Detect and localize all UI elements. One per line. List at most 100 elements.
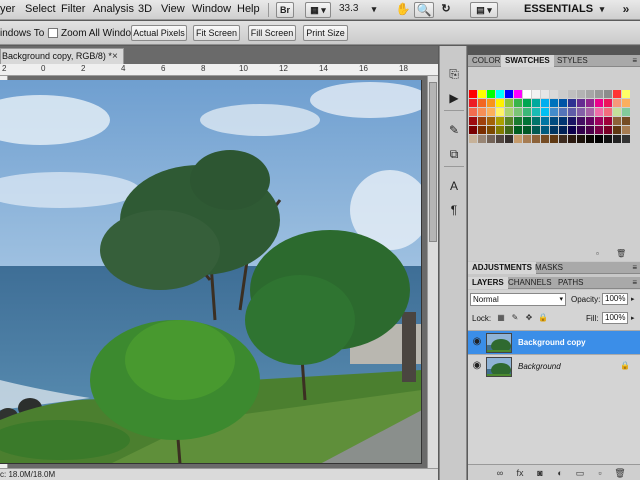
link-layers-icon[interactable]: ∞ bbox=[494, 467, 506, 479]
color-swatch[interactable] bbox=[595, 99, 603, 107]
visibility-eye-icon[interactable]: ◉ bbox=[470, 359, 484, 373]
color-swatch[interactable] bbox=[487, 126, 495, 134]
color-swatch[interactable] bbox=[496, 117, 504, 125]
color-swatch[interactable] bbox=[568, 126, 576, 134]
color-swatch[interactable] bbox=[613, 126, 621, 134]
color-swatch[interactable] bbox=[478, 126, 486, 134]
color-swatch[interactable] bbox=[613, 135, 621, 143]
color-swatch[interactable] bbox=[559, 90, 567, 98]
color-swatch[interactable] bbox=[613, 99, 621, 107]
color-swatch[interactable] bbox=[532, 126, 540, 134]
color-swatch[interactable] bbox=[604, 126, 612, 134]
color-swatch[interactable] bbox=[613, 117, 621, 125]
color-swatch[interactable] bbox=[568, 90, 576, 98]
color-swatch[interactable] bbox=[478, 90, 486, 98]
color-swatch[interactable] bbox=[541, 90, 549, 98]
color-swatch[interactable] bbox=[586, 135, 594, 143]
color-swatch[interactable] bbox=[577, 117, 585, 125]
color-swatch[interactable] bbox=[613, 90, 621, 98]
color-swatch[interactable] bbox=[469, 108, 477, 116]
menu-layer[interactable]: yer bbox=[0, 3, 15, 15]
color-swatch[interactable] bbox=[541, 117, 549, 125]
color-swatch[interactable] bbox=[577, 99, 585, 107]
panel-collapse-bar[interactable] bbox=[468, 46, 640, 55]
color-swatch[interactable] bbox=[541, 135, 549, 143]
new-group-icon[interactable]: ▭ bbox=[574, 467, 586, 479]
color-swatch[interactable] bbox=[559, 135, 567, 143]
color-swatch[interactable] bbox=[478, 135, 486, 143]
scrollbar-thumb[interactable] bbox=[429, 82, 437, 242]
color-swatch[interactable] bbox=[622, 126, 630, 134]
color-swatch[interactable] bbox=[505, 99, 513, 107]
color-swatch[interactable] bbox=[541, 108, 549, 116]
layer-style-icon[interactable]: fx bbox=[514, 467, 526, 479]
color-swatch[interactable] bbox=[505, 135, 513, 143]
paragraph-icon[interactable]: ¶ bbox=[445, 202, 463, 218]
color-swatch[interactable] bbox=[550, 99, 558, 107]
add-mask-icon[interactable]: ◙ bbox=[534, 467, 546, 479]
tab-adjustments[interactable]: ADJUSTMENTS bbox=[468, 262, 537, 274]
color-swatch[interactable] bbox=[532, 99, 540, 107]
zoom-dropdown-icon[interactable]: ▾ bbox=[368, 2, 380, 18]
color-swatch[interactable] bbox=[559, 126, 567, 134]
history-icon[interactable]: ⎘ bbox=[445, 66, 463, 82]
tab-styles[interactable]: STYLES bbox=[553, 55, 592, 67]
color-swatch[interactable] bbox=[496, 99, 504, 107]
blend-mode-select[interactable]: Normal ▾ bbox=[470, 293, 566, 306]
vertical-scrollbar[interactable] bbox=[427, 76, 438, 468]
menu-view[interactable]: View bbox=[161, 3, 185, 15]
color-swatch[interactable] bbox=[514, 90, 522, 98]
fill-screen-button[interactable]: Fill Screen bbox=[248, 25, 296, 41]
color-swatch[interactable] bbox=[622, 135, 630, 143]
color-swatch[interactable] bbox=[622, 108, 630, 116]
color-swatch[interactable] bbox=[541, 126, 549, 134]
canvas-photo[interactable] bbox=[0, 80, 422, 464]
zoom-level-field[interactable]: 33.3 bbox=[339, 3, 358, 14]
color-swatch[interactable] bbox=[586, 108, 594, 116]
color-swatch[interactable] bbox=[487, 99, 495, 107]
color-swatch[interactable] bbox=[496, 90, 504, 98]
arrange-documents-button[interactable]: ▤ ▾ bbox=[470, 2, 498, 18]
lock-image-icon[interactable]: ✎ bbox=[510, 313, 520, 323]
color-swatch[interactable] bbox=[595, 108, 603, 116]
tab-channels[interactable]: CHANNELS bbox=[504, 277, 556, 289]
color-swatch[interactable] bbox=[514, 117, 522, 125]
color-swatch[interactable] bbox=[568, 117, 576, 125]
menu-analysis[interactable]: Analysis bbox=[93, 3, 134, 15]
menu-3d[interactable]: 3D bbox=[138, 3, 152, 15]
tab-color[interactable]: COLOR bbox=[468, 55, 504, 67]
color-swatch[interactable] bbox=[550, 135, 558, 143]
color-swatch[interactable] bbox=[622, 99, 630, 107]
color-swatch[interactable] bbox=[550, 108, 558, 116]
opacity-slider-icon[interactable]: ▸ bbox=[631, 295, 635, 303]
visibility-eye-icon[interactable]: ◉ bbox=[470, 335, 484, 349]
color-swatch[interactable] bbox=[604, 90, 612, 98]
color-swatch[interactable] bbox=[595, 90, 603, 98]
fill-field[interactable]: 100% bbox=[602, 312, 628, 324]
color-swatch[interactable] bbox=[604, 99, 612, 107]
layer-row[interactable]: ◉ Background 🔒 bbox=[468, 354, 640, 378]
color-swatch[interactable] bbox=[577, 126, 585, 134]
clone-source-icon[interactable]: ⧉ bbox=[445, 146, 463, 162]
document-tab[interactable]: Background copy, RGB/8) * × bbox=[0, 48, 124, 64]
opacity-field[interactable]: 100% bbox=[602, 293, 628, 305]
color-swatch[interactable] bbox=[622, 90, 630, 98]
color-swatch[interactable] bbox=[604, 117, 612, 125]
color-swatch[interactable] bbox=[595, 135, 603, 143]
color-swatch[interactable] bbox=[514, 135, 522, 143]
actions-icon[interactable]: ▶ bbox=[445, 90, 463, 106]
color-swatch[interactable] bbox=[613, 108, 621, 116]
zoom-tool-icon[interactable]: 🔍 bbox=[414, 2, 434, 18]
color-swatch[interactable] bbox=[487, 135, 495, 143]
menu-filter[interactable]: Filter bbox=[61, 3, 85, 15]
color-swatch[interactable] bbox=[514, 99, 522, 107]
color-swatch[interactable] bbox=[559, 117, 567, 125]
color-swatch[interactable] bbox=[469, 135, 477, 143]
lock-all-icon[interactable]: 🔒 bbox=[538, 313, 548, 323]
lock-position-icon[interactable]: ✥ bbox=[524, 313, 534, 323]
color-swatch[interactable] bbox=[586, 126, 594, 134]
color-swatch[interactable] bbox=[577, 135, 585, 143]
tab-swatches[interactable]: SWATCHES bbox=[501, 55, 554, 67]
color-swatch[interactable] bbox=[577, 108, 585, 116]
color-swatch[interactable] bbox=[523, 117, 531, 125]
